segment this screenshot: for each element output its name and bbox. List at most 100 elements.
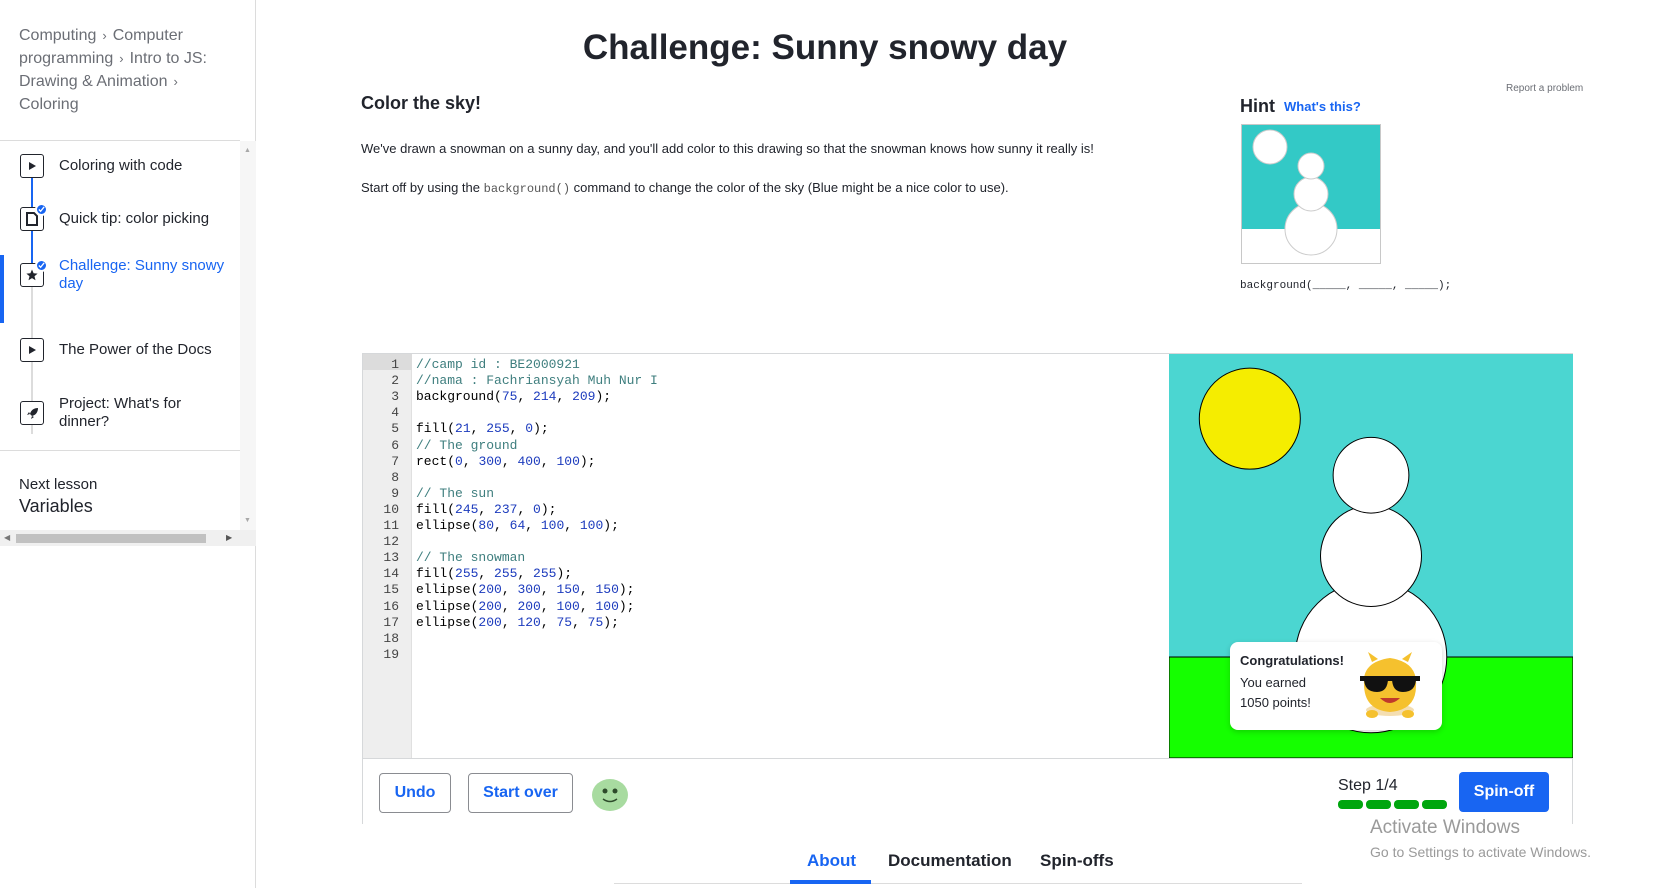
instruction-text: Start off by using the background() comm… [361,180,1009,196]
line-number: 6 [391,437,399,453]
avatar[interactable] [591,776,629,812]
sidebar-item-label: Quick tip: color picking [59,210,210,227]
code-line[interactable]: 15 ellipse(200, 300, 150, 150); [363,581,1169,598]
scrollbar-thumb[interactable] [16,534,206,543]
code-text: fill(21, 255, 0); [416,421,549,437]
hint-image [1241,124,1381,264]
code-line[interactable]: 2 //nama : Fachriansyah Muh Nur I [363,372,1169,389]
undo-button[interactable]: Undo [379,773,451,813]
code-line[interactable]: 10 fill(245, 237, 0); [363,501,1169,518]
code-line[interactable]: 12 [363,533,1169,550]
code-text: ellipse(80, 64, 100, 100); [416,518,619,533]
editor-toolbar: Undo Start over Step 1/4 Spin-off [363,758,1572,824]
play-icon [20,154,44,178]
line-number: 10 [383,501,399,517]
code-line[interactable]: 14 fill(255, 255, 255); [363,565,1169,582]
spin-off-button[interactable]: Spin-off [1459,772,1549,812]
tab-about[interactable]: About [807,851,856,871]
code-line[interactable]: 13 // The snowman [363,549,1169,566]
tab-documentation[interactable]: Documentation [888,851,1012,871]
chevron-right-icon: › [102,28,107,43]
code-line[interactable]: 17 ellipse(200, 120, 75, 75); [363,614,1169,631]
line-number: 16 [383,598,399,614]
line-number: 11 [383,518,399,533]
code-line[interactable]: 3 background(75, 214, 209); [363,388,1169,405]
code-text: // The sun [416,485,495,501]
congratulations-popup: Congratulations! You earned 1050 points! [1230,642,1442,730]
sidebar-item-coloring-with-code[interactable]: Coloring with code [0,154,240,194]
sidebar-item-project-whats-for-dinner[interactable]: Project: What's for dinner? [0,395,240,441]
code-text: //camp id : BE2000921 [416,357,580,372]
code-line[interactable]: 9 // The sun [363,485,1169,502]
report-problem-link[interactable]: Report a problem [1506,83,1583,94]
line-number: 13 [383,550,399,566]
canvas-sun [1198,367,1301,470]
check-icon [35,259,48,272]
tabs-divider [614,883,1302,884]
line-number: 5 [391,421,399,437]
scroll-right-icon[interactable]: ▶ [226,533,232,542]
congrats-points: 1050 points! [1240,695,1311,710]
line-number: 19 [383,646,399,662]
step-progress-segment [1338,800,1363,809]
play-icon [20,338,44,362]
line-number: 17 [383,614,399,630]
breadcrumb-computing[interactable]: Computing [19,27,96,44]
scroll-up-icon[interactable]: ▲ [244,147,251,154]
line-number: 15 [383,582,399,598]
breadcrumb-coloring[interactable]: Coloring [19,96,79,113]
code-line[interactable]: 5 fill(21, 255, 0); [363,420,1169,437]
step-progress-segment [1422,800,1447,809]
line-number: 4 [391,405,399,421]
code-line[interactable]: 7 rect(0, 300, 400, 100); [363,453,1169,470]
code-text: ellipse(200, 300, 150, 150); [416,582,635,598]
next-lesson-link[interactable]: Variables [19,496,93,517]
active-tab-indicator [790,880,871,884]
code-line[interactable]: 6 // The ground [363,437,1169,454]
code-line[interactable]: 16 ellipse(200, 200, 100, 100); [363,598,1169,615]
hint-title: Hint [1240,96,1275,116]
sidebar-item-label: Challenge: Sunny snowy day [59,257,225,292]
scroll-down-icon[interactable]: ▼ [244,517,251,524]
code-line[interactable]: 1 //camp id : BE2000921 [363,356,1169,373]
inline-code: background() [483,182,571,196]
divider [0,450,240,451]
sidebar-item-power-of-the-docs[interactable]: The Power of the Docs [0,338,240,378]
line-number: 3 [391,389,399,405]
code-line[interactable]: 11 ellipse(80, 64, 100, 100); [363,517,1169,534]
canvas-snowman-head [1332,436,1410,514]
check-icon [35,203,48,216]
whats-this-link[interactable]: What's this? [1284,99,1361,114]
code-line[interactable]: 4 [363,404,1169,421]
sidebar-item-challenge-sunny-snowy-day[interactable]: Challenge: Sunny snowy day [0,257,240,313]
scroll-left-icon[interactable]: ◀ [4,533,10,542]
line-number: 7 [391,453,399,469]
divider [0,140,240,141]
code-text: // The ground [416,437,518,453]
sidebar-horizontal-scrollbar[interactable]: ◀ ▶ [0,530,256,546]
chevron-right-icon: › [119,51,124,66]
code-line[interactable]: 18 [363,630,1169,647]
line-number: 1 [391,357,399,372]
code-editor-panel: 1 //camp id : BE2000921 2 //nama : Fachrian… [362,353,1574,824]
breadcrumb: Computing › Computer programming › Intro to … [19,24,239,116]
rocket-icon [20,401,44,425]
code-text: ellipse(200, 200, 100, 100); [416,598,635,614]
sidebar-item-label: Project: What's for dinner? [59,395,182,430]
code-editor[interactable]: 1 //camp id : BE2000921 2 //nama : Fachrian… [363,354,1169,758]
tab-spin-offs[interactable]: Spin-offs [1040,851,1114,871]
line-number: 2 [391,373,399,389]
activate-windows-subtitle: Go to Settings to activate Windows. [1370,844,1591,860]
congrats-title: Congratulations! [1240,653,1344,668]
sidebar-item-quick-tip[interactable]: Quick tip: color picking [0,203,240,247]
code-line[interactable]: 8 [363,469,1169,486]
code-line[interactable]: 19 [363,646,1169,663]
hint-code: background(_____, _____, _____); [1240,280,1452,292]
canvas-snowman-middle [1319,504,1423,608]
sidebar: Computing › Computer programming › Intro to … [0,0,256,888]
sidebar-vertical-scrollbar[interactable]: ▲ ▼ [240,141,256,530]
mascot-sunglasses-icon [1342,648,1438,726]
section-heading: Color the sky! [361,93,482,113]
code-text: background(75, 214, 209); [416,389,612,405]
start-over-button[interactable]: Start over [468,773,573,813]
